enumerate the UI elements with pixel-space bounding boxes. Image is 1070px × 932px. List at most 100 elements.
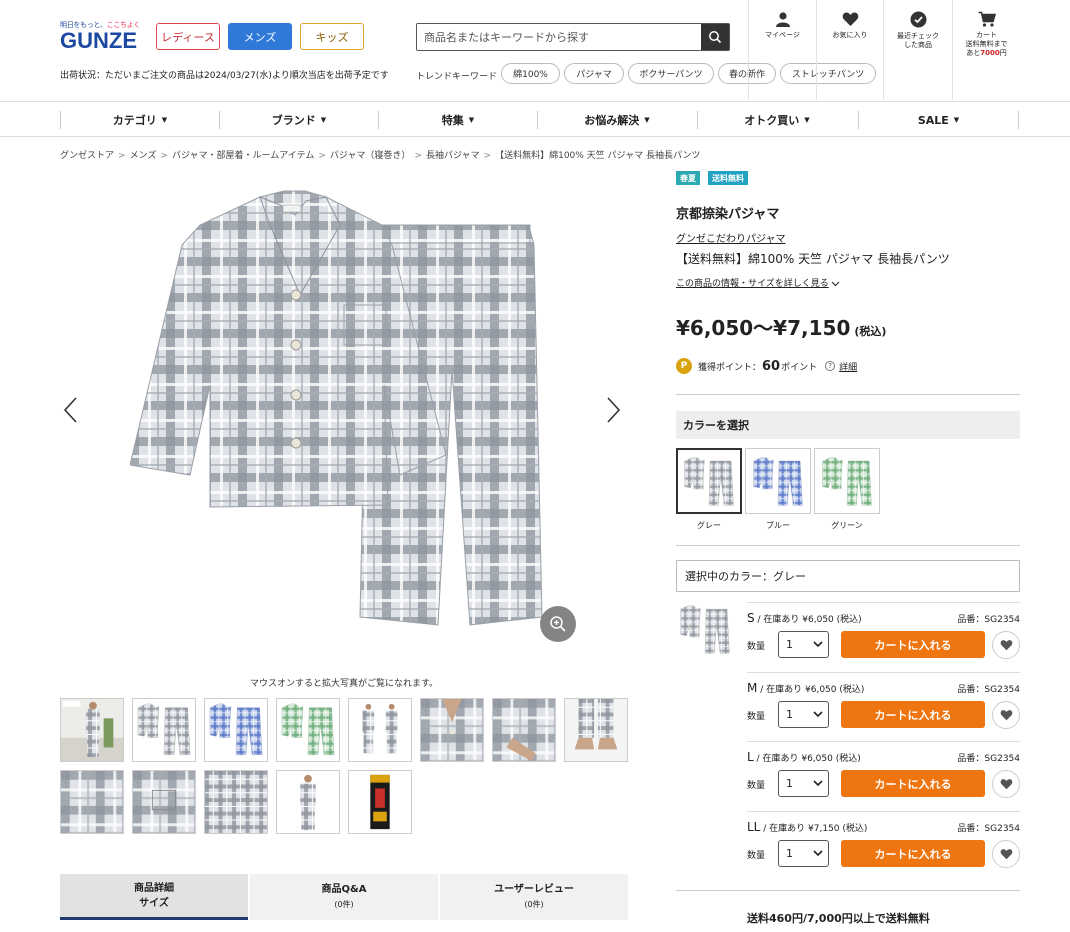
add-favorite-button[interactable] <box>992 631 1020 659</box>
main-product-image[interactable] <box>130 185 550 645</box>
favorites-label: お気に入り <box>832 31 868 39</box>
breadcrumb-item[interactable]: パジャマ・部屋着・ルームアイテム <box>172 151 314 161</box>
heart-icon <box>1000 779 1012 790</box>
add-to-cart-button[interactable]: カートに入れる <box>841 631 985 658</box>
nav-item-feature[interactable]: 特集 ▼ <box>378 111 537 129</box>
tab-user-reviews[interactable]: ユーザーレビュー (0件) <box>440 874 628 920</box>
global-nav: カテゴリ ▼ ブランド ▼ 特集 ▼ お悩み解決 ▼ オトク買い ▼ SALE ▼ <box>0 101 1070 137</box>
quantity-label: 数量 <box>747 851 766 861</box>
points-detail-link[interactable]: 詳細 <box>839 360 857 373</box>
add-to-cart-button[interactable]: カートに入れる <box>841 770 985 797</box>
free-shipping-badge: 送料無料 <box>708 171 748 185</box>
chevron-down-icon <box>813 711 823 718</box>
thumbnail-image[interactable] <box>276 698 340 762</box>
divider <box>676 545 1020 546</box>
add-favorite-button[interactable] <box>992 840 1020 868</box>
nav-item-brand[interactable]: ブランド ▼ <box>219 111 378 129</box>
kids-tab-button[interactable]: キッズ <box>300 23 364 50</box>
recently-viewed-link[interactable]: 最近チェック した商品 <box>883 0 952 100</box>
help-icon[interactable]: ? <box>825 361 836 371</box>
color-swatch-grey[interactable] <box>676 448 742 514</box>
brand-link[interactable]: グンゼこだわりパジャマ <box>676 230 786 245</box>
nav-item-category[interactable]: カテゴリ ▼ <box>60 111 219 129</box>
sku-row-m: M / 在庫あり ¥6,050 (税込) 品番：SG2354 数量 1 カートに… <box>747 672 1020 742</box>
mypage-label: マイページ <box>765 31 800 39</box>
shipping-fee-note: 送料460円/7,000円以上で送料無料 <box>747 912 930 925</box>
thumbnail-image[interactable] <box>348 770 412 834</box>
point-coin-icon: P <box>676 358 692 374</box>
trend-chip[interactable]: 綿100% <box>501 63 560 84</box>
thumbnail-image[interactable] <box>132 698 196 762</box>
thumbnail-image[interactable] <box>420 698 484 762</box>
breadcrumb-item[interactable]: グンゼストア <box>60 151 114 161</box>
cart-link[interactable]: カート 送料無料まで あと7000円 <box>952 0 1020 100</box>
cart-free-shipping-line2: あと7000円 <box>966 49 1007 57</box>
quantity-select[interactable]: 1 <box>778 840 829 867</box>
mens-tab-button[interactable]: メンズ <box>228 23 292 50</box>
sku-code: 品番：SG2354 <box>957 824 1020 834</box>
thumbnail-image[interactable] <box>132 770 196 834</box>
quantity-select[interactable]: 1 <box>778 770 829 797</box>
thumbnail-image[interactable] <box>204 770 268 834</box>
breadcrumb-item[interactable]: メンズ <box>130 151 157 161</box>
nav-item-sale[interactable]: SALE ▼ <box>858 111 1019 129</box>
thumbnail-image[interactable] <box>276 770 340 834</box>
size-detail-link[interactable]: この商品の情報・サイズを詳しく見る <box>676 276 840 289</box>
favorites-link[interactable]: お気に入り <box>816 0 883 100</box>
thumbnail-image[interactable] <box>492 698 556 762</box>
nav-item-solutions[interactable]: お悩み解決 ▼ <box>537 111 696 129</box>
points-value: 60 <box>762 358 781 374</box>
sku-row-ll: LL / 在庫あり ¥7,150 (税込) 品番：SG2354 数量 1 カート… <box>747 811 1020 881</box>
breadcrumb-item[interactable]: パジャマ（寝巻き） <box>330 151 411 161</box>
quantity-select[interactable]: 1 <box>778 701 829 728</box>
gunze-logo[interactable]: 明日をもっと、ここちよく GUNZE <box>60 20 142 54</box>
ladies-tab-button[interactable]: レディース <box>156 23 220 50</box>
quantity-label: 数量 <box>747 781 766 791</box>
gallery-next-arrow[interactable] <box>606 396 622 424</box>
trend-chip[interactable]: ボクサーパンツ <box>628 63 714 84</box>
trend-chip[interactable]: パジャマ <box>564 63 624 84</box>
caret-down-icon: ▼ <box>320 116 327 124</box>
gallery-prev-arrow[interactable] <box>62 396 78 424</box>
cart-icon <box>978 11 996 27</box>
color-label-grey: グレー <box>697 521 721 530</box>
zoom-in-icon <box>550 616 566 632</box>
thumbnail-image[interactable] <box>60 770 124 834</box>
color-swatch-blue[interactable] <box>745 448 811 514</box>
caret-down-icon: ▼ <box>953 116 960 124</box>
season-badge: 春夏 <box>676 171 700 185</box>
mypage-link[interactable]: マイページ <box>748 0 816 100</box>
quantity-label: 数量 <box>747 712 766 722</box>
caret-down-icon: ▼ <box>161 116 168 124</box>
color-swatch-green[interactable] <box>814 448 880 514</box>
thumbnail-image[interactable] <box>60 698 124 762</box>
sku-info: LL / 在庫あり ¥7,150 (税込) <box>747 820 868 834</box>
heart-icon <box>1000 849 1012 860</box>
divider <box>676 394 1020 395</box>
caret-down-icon: ▼ <box>468 116 475 124</box>
quantity-select[interactable]: 1 <box>778 631 829 658</box>
nav-item-deals[interactable]: オトク買い ▼ <box>697 111 856 129</box>
search-icon <box>709 31 722 44</box>
add-favorite-button[interactable] <box>992 770 1020 798</box>
zoom-button[interactable] <box>540 606 576 642</box>
thumbnail-image[interactable] <box>564 698 628 762</box>
thumbnail-image[interactable] <box>348 698 412 762</box>
search-input[interactable] <box>417 24 701 50</box>
tab-product-qa[interactable]: 商品Q&A (0件) <box>250 874 438 920</box>
sku-thumbnail-image <box>680 605 730 654</box>
add-to-cart-button[interactable]: カートに入れる <box>841 701 985 728</box>
add-favorite-button[interactable] <box>992 701 1020 729</box>
sku-code: 品番：SG2354 <box>957 685 1020 695</box>
search-button[interactable] <box>701 24 729 50</box>
breadcrumb-item[interactable]: 長袖パジャマ <box>426 151 480 161</box>
sku-info: S / 在庫あり ¥6,050 (税込) <box>747 611 862 625</box>
product-info-tabs: 商品詳細 サイズ 商品Q&A (0件) ユーザーレビュー (0件) <box>60 874 628 920</box>
tab-product-details[interactable]: 商品詳細 サイズ <box>60 874 248 920</box>
thumbnail-image[interactable] <box>204 698 268 762</box>
caret-down-icon: ▼ <box>644 116 650 124</box>
shipping-status-text: 出荷状況：ただいまご注文の商品は2024/03/27(水)より順次当店を出荷予定… <box>60 71 389 81</box>
heart-icon <box>842 12 858 26</box>
add-to-cart-button[interactable]: カートに入れる <box>841 840 985 867</box>
product-full-name: 【送料無料】綿100% 天竺 パジャマ 長袖長パンツ <box>676 252 950 266</box>
